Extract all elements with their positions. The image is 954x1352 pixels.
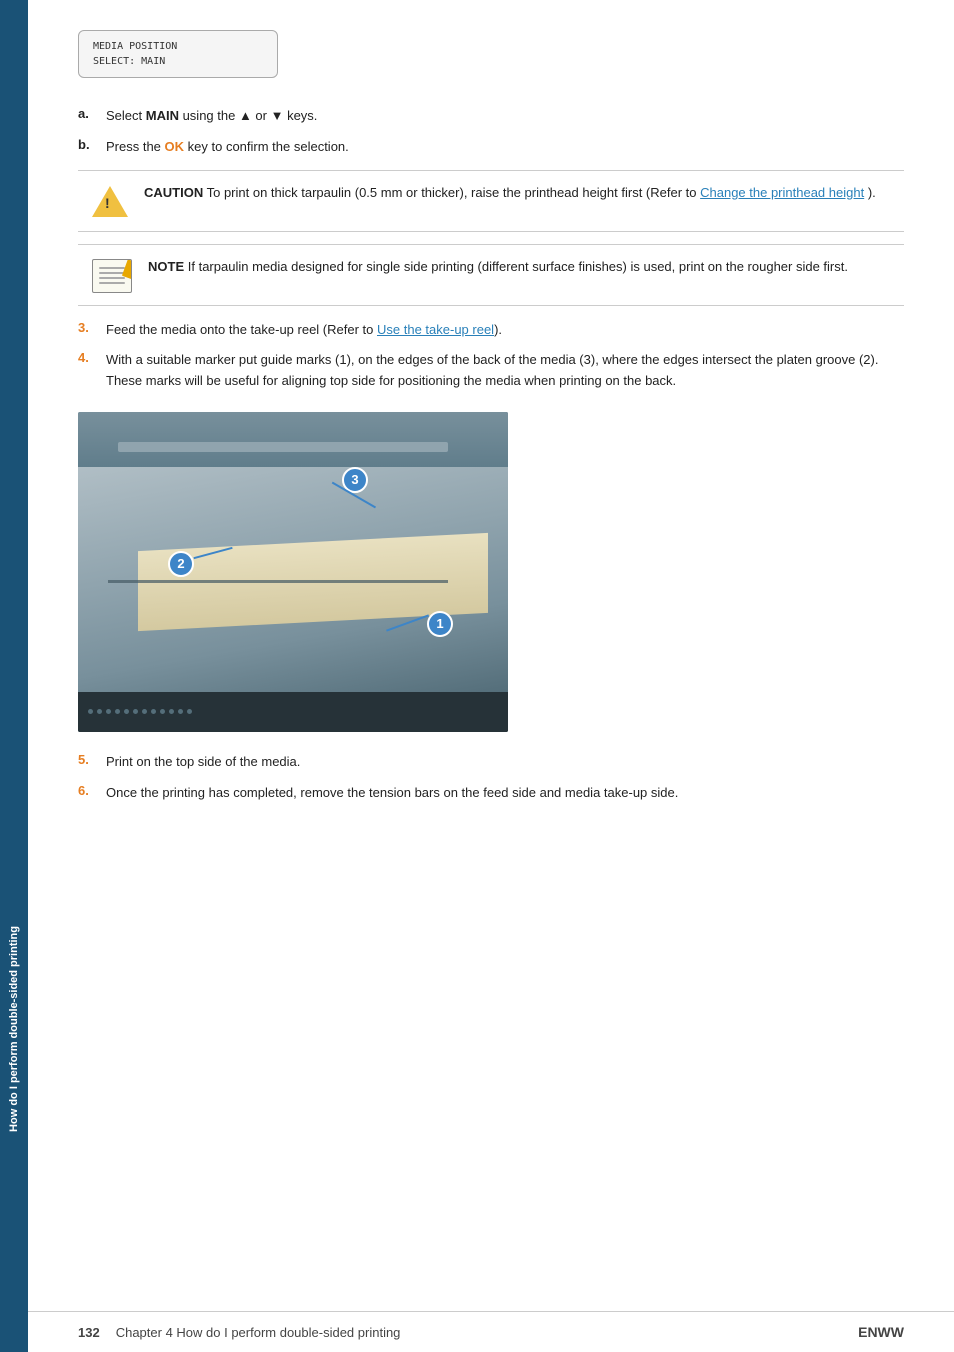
step-b-label: b. [78, 137, 100, 152]
machine-photo: 3 2 1 [78, 412, 508, 732]
dot-5 [124, 709, 129, 714]
step-4-label: 4. [78, 350, 100, 365]
lcd-line1: MEDIA POSITION [93, 39, 263, 54]
step-4-text: With a suitable marker put guide marks (… [106, 350, 904, 392]
dot-12 [187, 709, 192, 714]
step-5-text: Print on the top side of the media. [106, 752, 904, 773]
step-3-end: ). [494, 322, 502, 337]
step-3: 3. Feed the media onto the take-up reel … [78, 320, 904, 341]
step-3-pre: Feed the media onto the take-up reel (Re… [106, 322, 377, 337]
caution-body: To print on thick tarpaulin (0.5 mm or t… [207, 185, 701, 200]
note-label: NOTE [148, 259, 184, 274]
dot-1 [88, 709, 93, 714]
pencil-decoration [122, 259, 132, 279]
machine-body: 3 2 1 [78, 412, 508, 732]
step-a-text: Select MAIN using the ▲ or ▼ keys. [106, 106, 904, 127]
caution-box: CAUTION To print on thick tarpaulin (0.5… [78, 170, 904, 232]
caution-link[interactable]: Change the printhead height [700, 185, 864, 200]
step-6-label: 6. [78, 783, 100, 798]
main-content: MEDIA POSITION SELECT: MAIN a. Select MA… [28, 0, 954, 1352]
note-line-1 [99, 267, 126, 269]
footer: 132 Chapter 4 How do I perform double-si… [28, 1311, 954, 1352]
badge-1: 1 [427, 611, 453, 637]
triangle-warning-icon [92, 186, 128, 217]
step-a: a. Select MAIN using the ▲ or ▼ keys. [78, 106, 904, 127]
step-6-text: Once the printing has completed, remove … [106, 783, 904, 804]
page-container: How do I perform double-sided printing M… [0, 0, 954, 1352]
sidebar-label: How do I perform double-sided printing [7, 926, 21, 1132]
caution-icon [92, 183, 128, 219]
note-line-4 [99, 282, 126, 284]
step-6: 6. Once the printing has completed, remo… [78, 783, 904, 804]
dot-10 [169, 709, 174, 714]
lcd-screen: MEDIA POSITION SELECT: MAIN [78, 30, 278, 78]
note-body: If tarpaulin media designed for single s… [188, 259, 848, 274]
dot-11 [178, 709, 183, 714]
dot-3 [106, 709, 111, 714]
note-text: NOTE If tarpaulin media designed for sin… [148, 257, 848, 278]
lcd-line2: SELECT: MAIN [93, 54, 263, 69]
badge-2: 2 [168, 551, 194, 577]
dot-9 [160, 709, 165, 714]
footer-page-number: 132 [78, 1325, 100, 1340]
machine-top [78, 412, 508, 467]
dot-8 [151, 709, 156, 714]
footer-right: ENWW [858, 1324, 904, 1340]
dot-4 [115, 709, 120, 714]
rail [118, 442, 448, 452]
step-b: b. Press the OK key to confirm the selec… [78, 137, 904, 158]
footer-left: 132 Chapter 4 How do I perform double-si… [78, 1325, 400, 1340]
caution-label: CAUTION [144, 185, 203, 200]
step-3-label: 3. [78, 320, 100, 335]
note-icon [92, 259, 132, 293]
step-5-label: 5. [78, 752, 100, 767]
main-keyword: MAIN [146, 108, 179, 123]
step-3-link[interactable]: Use the take-up reel [377, 322, 494, 337]
ok-keyword: OK [165, 139, 185, 154]
dot-2 [97, 709, 102, 714]
note-line-3 [99, 277, 126, 279]
step-b-text: Press the OK key to confirm the selectio… [106, 137, 904, 158]
sidebar: How do I perform double-sided printing [0, 0, 28, 1352]
dot-6 [133, 709, 138, 714]
step-5: 5. Print on the top side of the media. [78, 752, 904, 773]
footer-chapter: Chapter 4 How do I perform double-sided … [116, 1325, 401, 1340]
step-3-text: Feed the media onto the take-up reel (Re… [106, 320, 904, 341]
step-4: 4. With a suitable marker put guide mark… [78, 350, 904, 392]
groove [108, 580, 448, 583]
note-box: NOTE If tarpaulin media designed for sin… [78, 244, 904, 306]
caution-text: CAUTION To print on thick tarpaulin (0.5… [144, 183, 876, 204]
machine-bottom-bar [78, 692, 508, 732]
caution-end: ). [868, 185, 876, 200]
dot-7 [142, 709, 147, 714]
step-a-label: a. [78, 106, 100, 121]
